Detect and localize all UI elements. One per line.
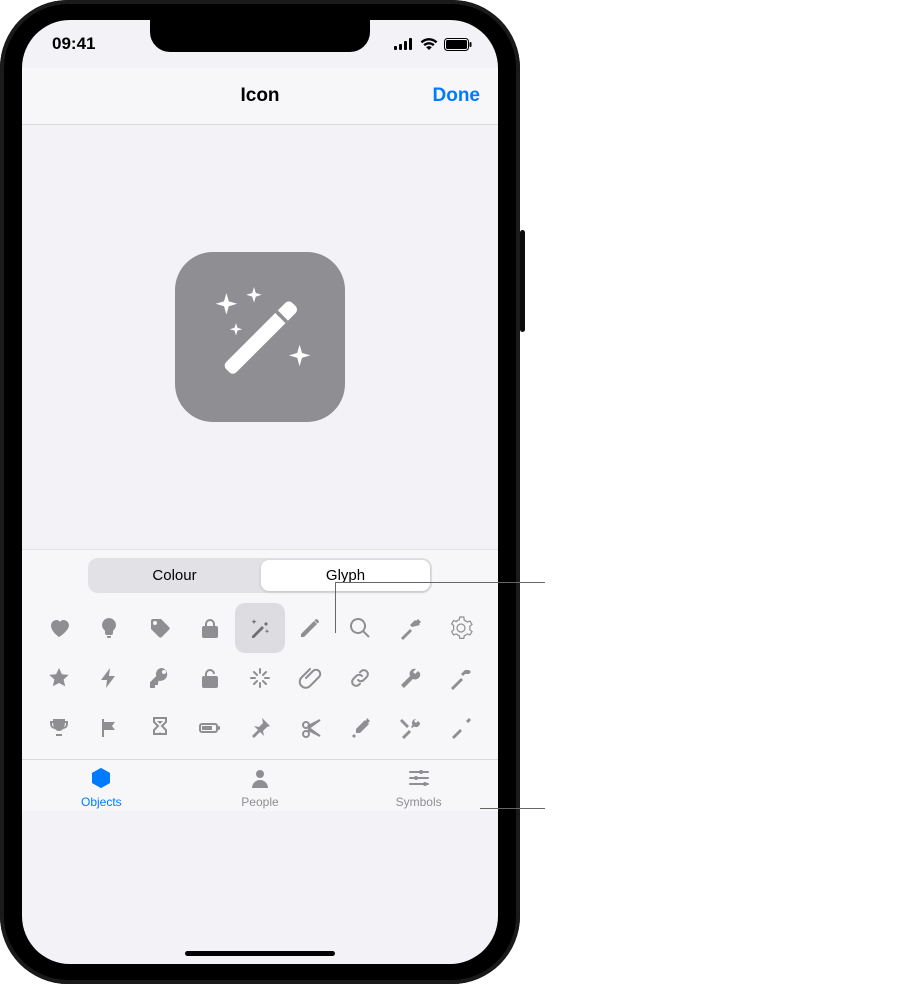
tools-crossed-icon[interactable] (386, 703, 436, 753)
notch (150, 20, 370, 52)
magnifying-glass-icon[interactable] (335, 603, 385, 653)
power-button (520, 230, 525, 332)
home-indicator[interactable] (185, 951, 335, 956)
callout-line (480, 808, 545, 809)
heart-icon[interactable] (34, 603, 84, 653)
screen: 09:41 Icon Done (22, 20, 498, 964)
person-icon (247, 766, 273, 793)
lock-icon[interactable] (185, 603, 235, 653)
segmented-control: Colour Glyph (88, 558, 432, 593)
gear-icon[interactable] (436, 603, 486, 653)
unlock-icon[interactable] (185, 653, 235, 703)
nav-bar: Icon Done (22, 68, 498, 125)
tab-symbols[interactable]: Symbols (369, 766, 469, 809)
battery-icon (444, 38, 472, 51)
bolt-icon[interactable] (84, 653, 134, 703)
eyedropper-icon[interactable] (335, 703, 385, 753)
hammer-angled-icon[interactable] (386, 603, 436, 653)
battery-icon[interactable] (185, 703, 235, 753)
icon-preview-tile (175, 252, 345, 422)
tab-people[interactable]: People (210, 766, 310, 809)
link-icon[interactable] (335, 653, 385, 703)
wand-icon (200, 275, 320, 400)
segment-colour[interactable]: Colour (90, 560, 259, 591)
scissors-icon[interactable] (285, 703, 335, 753)
tab-objects[interactable]: Objects (51, 766, 151, 809)
tag-icon[interactable] (134, 603, 184, 653)
callout-line (335, 582, 545, 583)
done-button[interactable]: Done (433, 85, 481, 107)
trophy-icon[interactable] (34, 703, 84, 753)
phone-frame: 09:41 Icon Done (0, 0, 520, 984)
pushpin-icon[interactable] (235, 703, 285, 753)
lightbulb-icon[interactable] (84, 603, 134, 653)
status-time: 09:41 (52, 34, 95, 54)
sparkle-icon[interactable] (235, 653, 285, 703)
icon-preview-area (22, 125, 498, 549)
flag-icon[interactable] (84, 703, 134, 753)
wand-icon[interactable] (235, 603, 285, 653)
glyph-grid (34, 603, 486, 753)
tab-label: Symbols (396, 795, 442, 809)
cube-icon (88, 766, 114, 793)
paperclip-icon[interactable] (285, 653, 335, 703)
sliders-icon (406, 766, 432, 793)
pencil-icon[interactable] (285, 603, 335, 653)
star-icon[interactable] (34, 653, 84, 703)
tab-label: Objects (81, 795, 122, 809)
hourglass-icon[interactable] (134, 703, 184, 753)
wrench-icon[interactable] (386, 653, 436, 703)
hammer-icon[interactable] (436, 653, 486, 703)
wifi-icon (420, 38, 438, 50)
tab-bar: Objects People Symbols (22, 759, 498, 811)
segment-label: Colour (152, 567, 196, 584)
tab-label: People (241, 795, 278, 809)
segment-glyph[interactable]: Glyph (261, 560, 430, 591)
cellular-icon (394, 38, 414, 50)
key-icon[interactable] (134, 653, 184, 703)
nav-title: Icon (240, 85, 279, 107)
screwdriver-icon[interactable] (436, 703, 486, 753)
